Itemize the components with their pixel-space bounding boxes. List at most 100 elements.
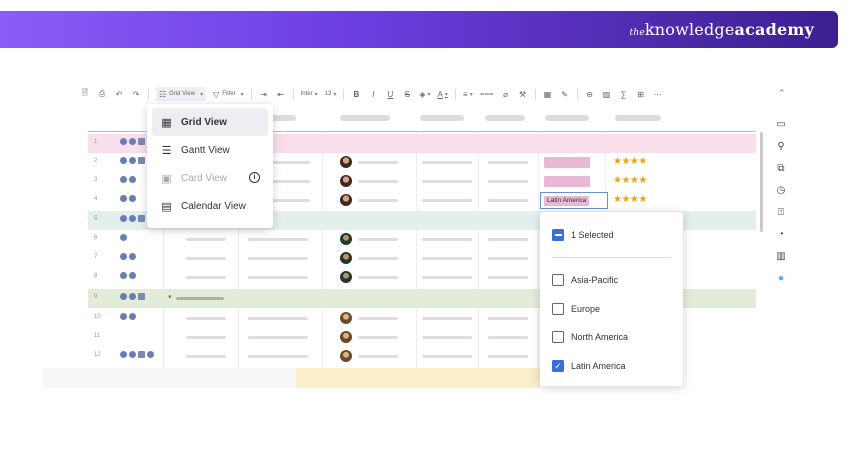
comment-icon[interactable] bbox=[120, 253, 127, 260]
cell-placeholder[interactable] bbox=[488, 199, 528, 202]
filter-button[interactable]: ▽ Filter bbox=[213, 87, 244, 101]
row-actions[interactable] bbox=[120, 215, 145, 222]
cell-placeholder[interactable] bbox=[186, 257, 226, 260]
chat-icon[interactable] bbox=[129, 293, 136, 300]
view-switch-button[interactable]: ☷ Grid View bbox=[156, 87, 207, 101]
select-all-checkbox[interactable]: 1 Selected bbox=[552, 229, 614, 241]
chat-icon[interactable] bbox=[129, 215, 136, 222]
comment-icon[interactable]: ▭ bbox=[774, 117, 788, 132]
cell-placeholder[interactable] bbox=[186, 276, 226, 279]
chat-icon[interactable] bbox=[129, 176, 136, 183]
chevron-up-icon[interactable]: ⌃ bbox=[778, 88, 786, 99]
italic-icon[interactable]: I bbox=[368, 87, 378, 101]
text-color-icon[interactable]: A bbox=[438, 87, 448, 101]
cell-placeholder[interactable] bbox=[488, 257, 528, 260]
row-actions[interactable] bbox=[120, 138, 145, 145]
checkbox[interactable] bbox=[552, 331, 564, 343]
link-icon[interactable]: ⚲ bbox=[774, 139, 788, 154]
row-actions[interactable] bbox=[120, 195, 136, 202]
column-header[interactable] bbox=[485, 115, 525, 121]
cell-placeholder[interactable] bbox=[358, 199, 398, 202]
cell-placeholder[interactable] bbox=[358, 317, 398, 320]
save-icon[interactable]: 🗎 bbox=[80, 87, 90, 101]
cell-placeholder[interactable] bbox=[488, 161, 528, 164]
checkbox[interactable] bbox=[552, 303, 564, 315]
comment-icon[interactable] bbox=[120, 215, 127, 222]
view-option-grid[interactable]: ▦ Grid View bbox=[152, 108, 268, 136]
cell-placeholder[interactable] bbox=[248, 238, 308, 241]
cell-placeholder[interactable] bbox=[186, 238, 226, 241]
font-size-select[interactable]: 13 bbox=[325, 87, 337, 101]
cell-placeholder[interactable] bbox=[358, 238, 398, 241]
highlight-icon[interactable]: ✎ bbox=[560, 87, 570, 101]
row-actions[interactable] bbox=[120, 351, 154, 358]
comment-icon[interactable] bbox=[120, 176, 127, 183]
cell-placeholder[interactable] bbox=[488, 355, 528, 358]
cell-placeholder[interactable] bbox=[488, 336, 528, 339]
bell-icon[interactable] bbox=[147, 351, 154, 358]
undo-icon[interactable]: ↶ bbox=[114, 87, 124, 101]
cell-placeholder[interactable] bbox=[488, 276, 528, 279]
info-icon[interactable]: i bbox=[249, 172, 260, 183]
history-icon[interactable]: ◷ bbox=[774, 183, 788, 198]
checkbox-checked[interactable]: ✓ bbox=[552, 360, 564, 372]
region-tag[interactable] bbox=[544, 176, 590, 187]
cell-placeholder[interactable] bbox=[422, 276, 472, 279]
cell-placeholder[interactable] bbox=[422, 355, 472, 358]
indent-icon[interactable]: ⇥ bbox=[259, 87, 269, 101]
image-icon[interactable]: ▨ bbox=[602, 87, 612, 101]
wrap-icon[interactable]: ⩶ bbox=[480, 87, 494, 101]
row-actions[interactable] bbox=[120, 157, 145, 164]
region-tag[interactable] bbox=[544, 157, 590, 168]
format-painter-icon[interactable]: ⚒ bbox=[518, 87, 528, 101]
cell-placeholder[interactable] bbox=[422, 336, 472, 339]
view-option-calendar[interactable]: ▤ Calendar View bbox=[152, 192, 268, 220]
chat-icon[interactable] bbox=[129, 195, 136, 202]
cell-placeholder[interactable] bbox=[422, 317, 472, 320]
cell-placeholder[interactable] bbox=[422, 257, 472, 260]
cell-placeholder[interactable] bbox=[422, 180, 472, 183]
more-icon[interactable]: ⋯ bbox=[653, 87, 663, 101]
timer-icon[interactable]: ◔ bbox=[774, 227, 788, 242]
comment-icon[interactable] bbox=[120, 195, 127, 202]
align-icon[interactable]: ≡ bbox=[463, 87, 473, 101]
view-option-gantt[interactable]: ☰ Gantt View bbox=[152, 136, 268, 164]
cell-placeholder[interactable] bbox=[248, 317, 308, 320]
cell-placeholder[interactable] bbox=[248, 257, 308, 260]
cell-placeholder[interactable] bbox=[488, 317, 528, 320]
cell-placeholder[interactable] bbox=[422, 161, 472, 164]
row-actions[interactable] bbox=[120, 272, 136, 279]
comment-icon[interactable] bbox=[120, 157, 127, 164]
link-icon[interactable]: ⊖ bbox=[585, 87, 595, 101]
chat-icon[interactable] bbox=[129, 138, 136, 145]
cell-placeholder[interactable] bbox=[358, 355, 398, 358]
cell-placeholder[interactable] bbox=[358, 276, 398, 279]
redo-icon[interactable]: ↷ bbox=[131, 87, 141, 101]
fill-color-icon[interactable]: ◈ bbox=[419, 87, 430, 101]
row-actions[interactable] bbox=[120, 253, 136, 260]
print-icon[interactable]: ⎙ bbox=[97, 87, 107, 101]
attachment-icon[interactable] bbox=[138, 138, 145, 145]
column-header[interactable] bbox=[615, 115, 661, 121]
export-icon[interactable]: ⍐ bbox=[774, 205, 788, 220]
vertical-scrollbar[interactable] bbox=[760, 132, 763, 232]
book-icon[interactable]: ▥ bbox=[774, 249, 788, 264]
attachment-icon[interactable] bbox=[138, 351, 145, 358]
cell-placeholder[interactable] bbox=[248, 276, 308, 279]
column-header[interactable] bbox=[340, 115, 390, 121]
comment-icon[interactable] bbox=[120, 293, 127, 300]
rating-stars[interactable]: ★★★★ bbox=[613, 194, 647, 205]
cell-placeholder[interactable] bbox=[358, 180, 398, 183]
cell-placeholder[interactable] bbox=[358, 161, 398, 164]
column-header[interactable] bbox=[545, 115, 589, 121]
bold-icon[interactable]: B bbox=[351, 87, 361, 101]
cell-placeholder[interactable] bbox=[422, 238, 472, 241]
chevron-down-icon[interactable]: ▾ bbox=[168, 293, 172, 301]
cell-placeholder[interactable] bbox=[186, 355, 226, 358]
strikethrough-icon[interactable]: S bbox=[402, 87, 412, 101]
clear-format-icon[interactable]: ⌀ bbox=[501, 87, 511, 101]
underline-icon[interactable]: U bbox=[385, 87, 395, 101]
region-option-asia-pacific[interactable]: Asia-Pacific bbox=[552, 274, 618, 286]
cell-placeholder[interactable] bbox=[358, 257, 398, 260]
cell-placeholder[interactable] bbox=[422, 199, 472, 202]
